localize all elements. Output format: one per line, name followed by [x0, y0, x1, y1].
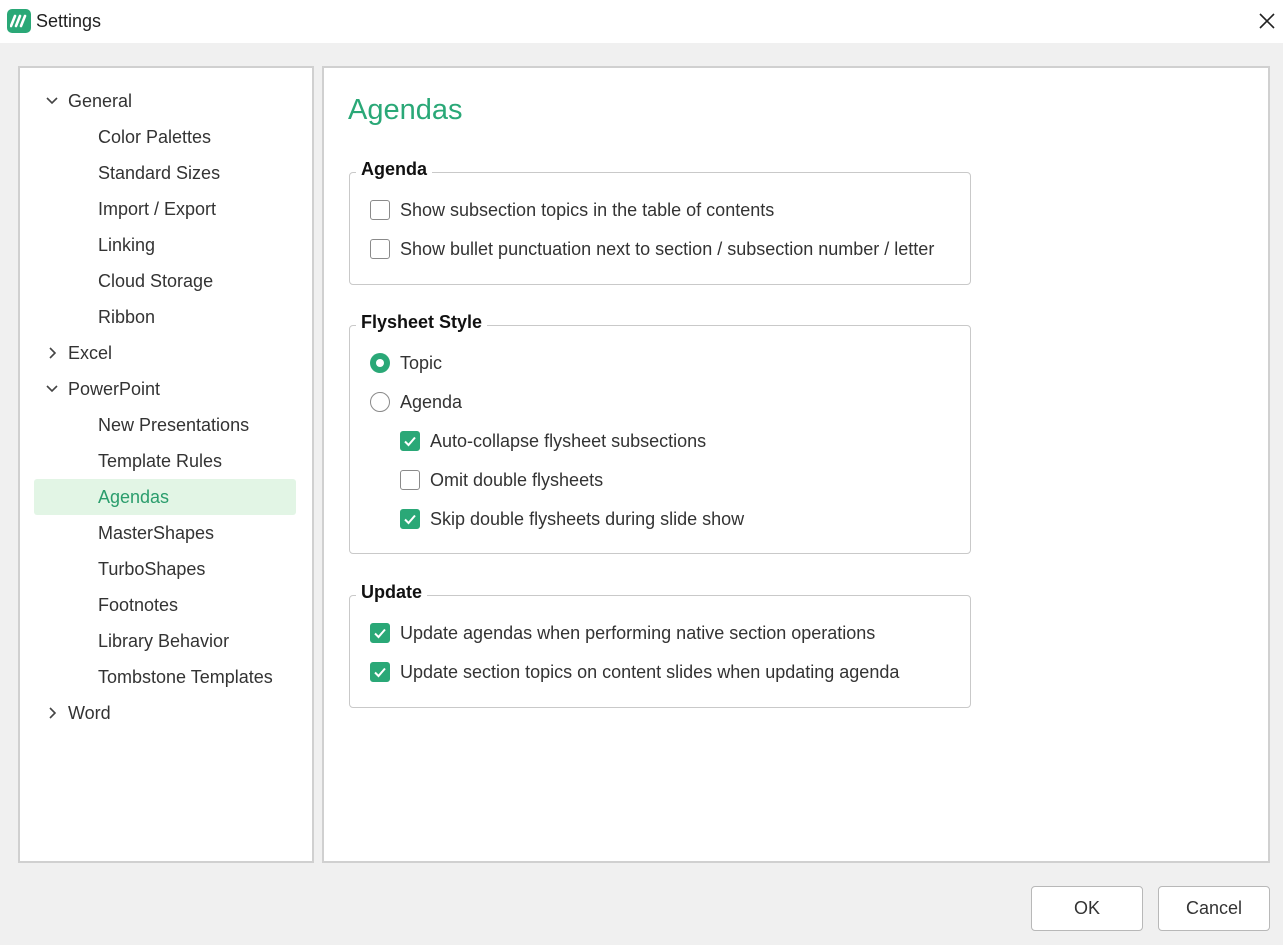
omit-double-flysheets-checkbox[interactable]: Omit double flysheets — [400, 465, 603, 495]
tree-item-ribbon[interactable]: Ribbon — [20, 299, 312, 335]
tree-item-label: MasterShapes — [98, 523, 215, 543]
tree-item-word[interactable]: Word — [20, 695, 312, 731]
group-label: Flysheet Style — [356, 312, 488, 333]
tree-item-footnotes[interactable]: Footnotes — [20, 587, 312, 623]
tree-item-label: New Presentations — [98, 415, 250, 435]
chevron-down-icon — [46, 97, 58, 105]
agenda-group: Agenda Show subsection topics in the tab… — [349, 159, 971, 285]
settings-content: Agendas Agenda Show subsection topics in… — [322, 66, 1270, 863]
chevron-right-icon — [49, 707, 57, 719]
tree-item-label: PowerPoint — [68, 379, 161, 399]
tree-item-general[interactable]: General — [20, 83, 312, 119]
checkmark-icon — [404, 436, 416, 447]
checkbox-box[interactable] — [370, 239, 390, 259]
tree-item-label: Library Behavior — [98, 631, 230, 651]
tree-item-template-rules[interactable]: Template Rules — [20, 443, 312, 479]
title-bar: Settings — [0, 0, 1283, 43]
auto-collapse-checkbox[interactable]: Auto-collapse flysheet subsections — [400, 426, 706, 456]
page-title: Agendas — [348, 94, 463, 126]
tree-item-color-palettes[interactable]: Color Palettes — [20, 119, 312, 155]
checkbox-box[interactable] — [370, 662, 390, 682]
tree-item-mastershapes[interactable]: MasterShapes — [20, 515, 312, 551]
show-bullet-punctuation-checkbox[interactable]: Show bullet punctuation next to section … — [370, 234, 934, 264]
tree-item-label: Linking — [98, 235, 156, 255]
option-label: Auto-collapse flysheet subsections — [430, 430, 707, 451]
update-section-topics-checkbox[interactable]: Update section topics on content slides … — [370, 657, 899, 687]
option-label: Show bullet punctuation next to section … — [400, 238, 935, 259]
update-agendas-checkbox[interactable]: Update agendas when performing native se… — [370, 618, 875, 648]
tree-item-cloud-storage[interactable]: Cloud Storage — [20, 263, 312, 299]
tree-item-import-export[interactable]: Import / Export — [20, 191, 312, 227]
tree-item-label: Color Palettes — [98, 127, 212, 147]
chevron-down-icon — [46, 385, 58, 393]
tree-item-label: Word — [68, 703, 111, 723]
tree-item-label: Standard Sizes — [98, 163, 221, 183]
option-label: Show subsection topics in the table of c… — [400, 199, 775, 220]
update-group: Update Update agendas when performing na… — [349, 582, 971, 708]
tree-item-standard-sizes[interactable]: Standard Sizes — [20, 155, 312, 191]
radio-button[interactable] — [370, 353, 390, 373]
tree-item-label: Import / Export — [98, 199, 217, 219]
app-logo-icon — [7, 9, 31, 33]
checkbox-box[interactable] — [400, 470, 420, 490]
tree-item-label: Agendas — [98, 487, 170, 507]
flysheet-agenda-radio[interactable]: Agenda — [370, 387, 462, 417]
tree-item-powerpoint[interactable]: PowerPoint — [20, 371, 312, 407]
tree-item-label: Template Rules — [98, 451, 223, 471]
checkmark-icon — [374, 667, 386, 678]
flysheet-style-group: Flysheet Style Topic Agenda Auto-collaps… — [349, 312, 971, 554]
option-label: Omit double flysheets — [430, 469, 604, 490]
checkbox-box[interactable] — [400, 509, 420, 529]
skip-double-flysheets-checkbox[interactable]: Skip double flysheets during slide show — [400, 504, 744, 534]
tree-item-label: Cloud Storage — [98, 271, 214, 291]
cancel-button[interactable]: Cancel — [1158, 886, 1270, 931]
ok-button[interactable]: OK — [1031, 886, 1143, 931]
flysheet-topic-radio[interactable]: Topic — [370, 348, 442, 378]
tree-item-new-presentations[interactable]: New Presentations — [20, 407, 312, 443]
tree-item-library-behavior[interactable]: Library Behavior — [20, 623, 312, 659]
tree-item-agendas[interactable]: Agendas — [20, 479, 312, 515]
settings-nav-tree: General Color Palettes Standard Sizes Im… — [18, 66, 314, 863]
close-icon[interactable] — [1252, 6, 1282, 36]
option-label: Skip double flysheets during slide show — [430, 508, 745, 529]
tree-item-tombstone-templates[interactable]: Tombstone Templates — [20, 659, 312, 695]
show-subsection-topics-checkbox[interactable]: Show subsection topics in the table of c… — [370, 195, 774, 225]
chevron-right-icon — [49, 347, 57, 359]
checkbox-box[interactable] — [370, 623, 390, 643]
group-label: Agenda — [356, 159, 433, 180]
radio-button[interactable] — [370, 392, 390, 412]
option-label: Update agendas when performing native se… — [400, 622, 876, 643]
checkmark-icon — [404, 514, 416, 525]
tree-item-label: Tombstone Templates — [98, 667, 273, 687]
tree-item-turboshapes[interactable]: TurboShapes — [20, 551, 312, 587]
group-label: Update — [356, 582, 428, 603]
option-label: Topic — [400, 352, 443, 373]
checkbox-box[interactable] — [370, 200, 390, 220]
checkbox-box[interactable] — [400, 431, 420, 451]
tree-item-label: Footnotes — [98, 595, 179, 615]
tree-item-label: Ribbon — [98, 307, 156, 327]
tree-item-label: TurboShapes — [98, 559, 206, 579]
checkmark-icon — [374, 628, 386, 639]
option-label: Update section topics on content slides … — [400, 661, 900, 682]
tree-item-label: General — [68, 91, 133, 111]
tree-item-linking[interactable]: Linking — [20, 227, 312, 263]
window-title: Settings — [36, 11, 102, 31]
option-label: Agenda — [400, 391, 463, 412]
tree-item-label: Excel — [68, 343, 113, 363]
tree-item-excel[interactable]: Excel — [20, 335, 312, 371]
